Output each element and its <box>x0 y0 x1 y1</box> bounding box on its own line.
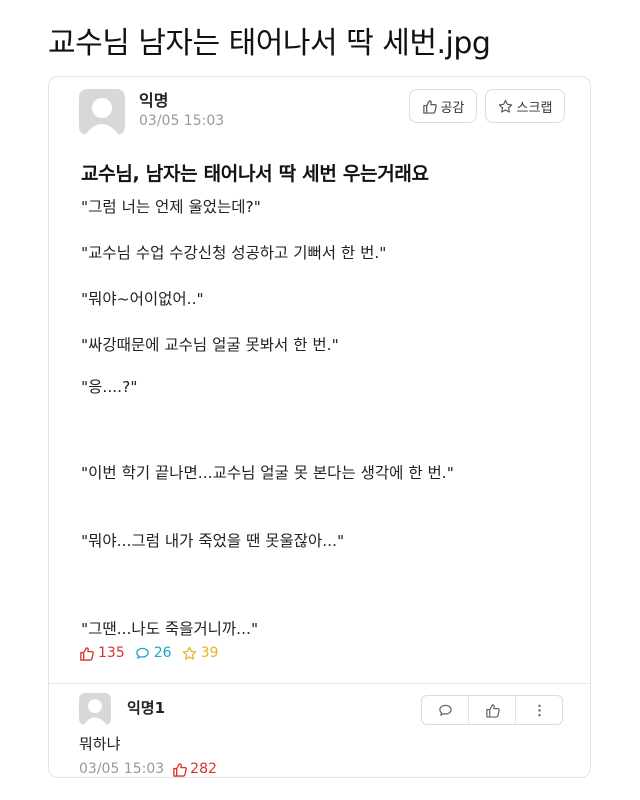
post-title: 교수님, 남자는 태어나서 딱 세번 우는거래요 <box>81 163 429 185</box>
post-line: "교수님 수업 수강신청 성공하고 기뻐서 한 번." <box>81 244 387 262</box>
anonymous-user-icon <box>85 98 119 135</box>
star-icon <box>182 646 196 660</box>
post-card: 익명 03/05 15:03 공감 스크랩 교수님, 남자는 태어나서 딱 세번… <box>48 76 591 778</box>
post-line: "뭐야~어이없어.." <box>81 290 204 308</box>
anonymous-user-icon <box>83 699 107 725</box>
more-options-button[interactable] <box>515 696 562 724</box>
post-author: 익명 <box>139 91 169 110</box>
thumbs-up-icon <box>173 762 188 777</box>
comment-avatar <box>79 693 111 725</box>
divider <box>49 683 590 684</box>
comment-like-count-value: 282 <box>190 761 217 777</box>
post-line: "그럼 너는 언제 울었는데?" <box>81 198 261 216</box>
comment-like-button[interactable] <box>468 696 515 724</box>
scrap-count-value: 39 <box>200 645 219 661</box>
post-header: 익명 03/05 15:03 공감 스크랩 <box>79 85 569 145</box>
post-stats: 135 26 39 <box>79 645 218 661</box>
post-date: 03/05 15:03 <box>139 113 225 129</box>
page-title: 교수님 남자는 태어나서 딱 세번.jpg <box>48 26 491 61</box>
post-line: "응....?" <box>81 378 138 396</box>
like-count: 135 <box>79 645 125 661</box>
comment-like-count: 282 <box>172 761 217 777</box>
thumbs-up-icon <box>80 646 94 661</box>
comment-author: 익명1 <box>127 699 166 717</box>
comment-text: 뭐하냐 <box>79 735 121 753</box>
speech-bubble-icon <box>438 704 452 716</box>
more-vertical-icon <box>537 704 541 716</box>
thumbs-up-icon <box>422 99 437 114</box>
reply-button[interactable] <box>422 696 468 724</box>
comment-count-value: 26 <box>153 645 172 661</box>
post-line: "싸강때문에 교수님 얼굴 못봐서 한 번." <box>81 336 339 354</box>
comment-count: 26 <box>135 645 172 661</box>
post-line: "그땐...나도 죽을거니까..." <box>81 620 259 638</box>
like-count-value: 135 <box>98 645 125 661</box>
star-icon <box>498 99 512 113</box>
comment-actions <box>421 695 563 725</box>
scrap-button[interactable]: 스크랩 <box>485 89 565 123</box>
comment-meta: 03/05 15:03 282 <box>79 761 217 777</box>
post-line: "이번 학기 끝나면...교수님 얼굴 못 본다는 생각에 한 번." <box>81 464 454 482</box>
comment-date: 03/05 15:03 <box>79 761 165 777</box>
scrap-button-label: 스크랩 <box>516 100 553 116</box>
like-button-label: 공감 <box>440 100 465 116</box>
speech-bubble-icon <box>135 647 149 659</box>
scrap-count: 39 <box>182 645 219 661</box>
like-button[interactable]: 공감 <box>409 89 477 123</box>
thumbs-up-icon <box>485 703 500 718</box>
post-line: "뭐야...그럼 내가 죽었을 땐 못울잖아..." <box>81 532 345 550</box>
avatar <box>79 89 125 135</box>
